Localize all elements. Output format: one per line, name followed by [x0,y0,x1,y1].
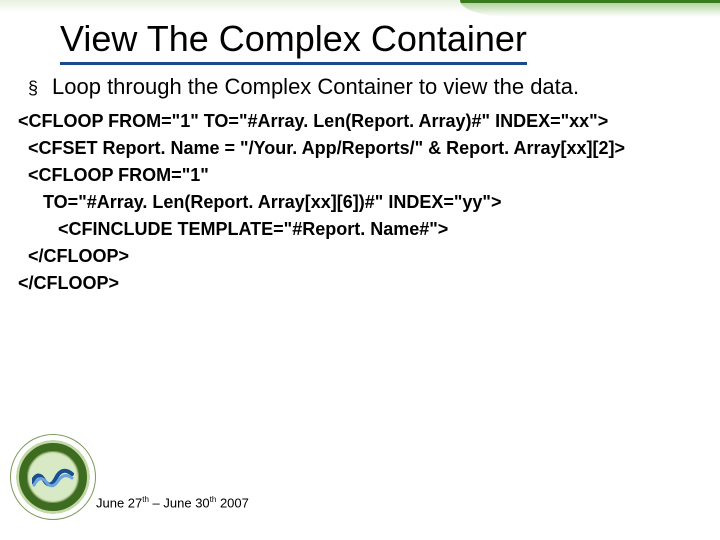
bullet-marker-icon: § [28,78,38,99]
code-line: </CFLOOP> [18,273,119,293]
bullet-item: § Loop through the Complex Container to … [28,74,579,100]
code-line: TO="#Array. Len(Report. Array[xx][6])#" … [18,192,501,212]
logo-wave-icon [32,468,74,488]
code-line: <CFINCLUDE TEMPLATE="#Report. Name#"> [18,219,448,239]
bullet-text: Loop through the Complex Container to vi… [52,74,579,100]
code-block: <CFLOOP FROM="1" TO="#Array. Len(Report.… [18,108,625,297]
footer-part: – June 30 [149,495,210,510]
code-line: <CFSET Report. Name = "/Your. App/Report… [18,138,625,158]
cfunited-logo [10,434,96,520]
code-line: <CFLOOP FROM="1" [18,165,209,185]
slide-title: View The Complex Container [60,18,527,65]
footer-part: 2007 [216,495,249,510]
slide: View The Complex Container § Loop throug… [0,0,720,540]
footer-date: June 27th – June 30th 2007 [96,495,249,510]
code-line: <CFLOOP FROM="1" TO="#Array. Len(Report.… [18,111,608,131]
slide-top-border [0,0,720,12]
code-line: </CFLOOP> [18,246,129,266]
footer-sup: th [142,495,149,504]
footer-part: June 27 [96,495,142,510]
